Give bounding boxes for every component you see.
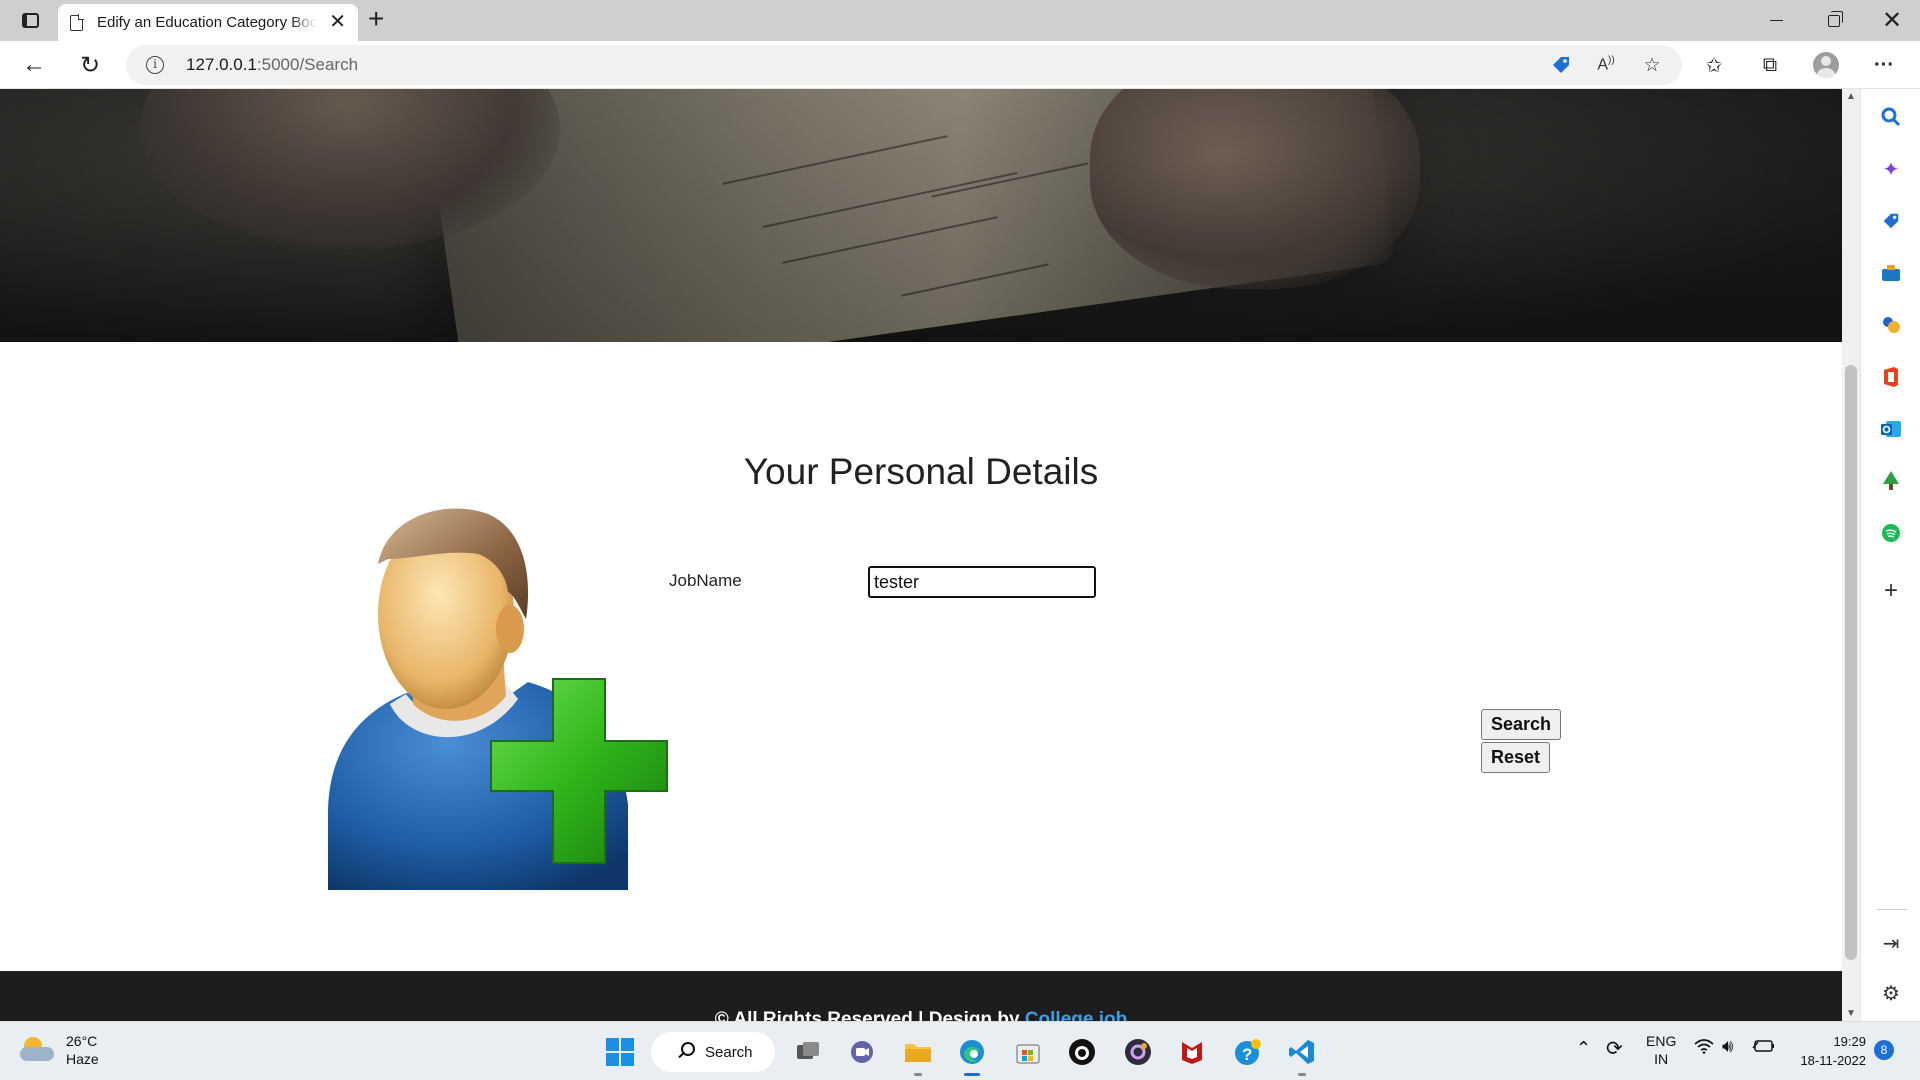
add-user-icon [328,508,668,890]
file-explorer-icon[interactable] [898,1032,938,1076]
sidebar-spotify-icon[interactable] [1871,513,1911,553]
page-icon [70,13,84,31]
jobname-label: JobName [669,571,742,590]
start-button[interactable] [600,1032,640,1072]
footer-link[interactable]: College job [1025,1009,1127,1021]
language-indicator[interactable]: ENG IN [1646,1032,1676,1068]
sidebar-hide-icon[interactable]: ⇥ [1871,923,1911,963]
volume-icon[interactable]: 🔊︎ [1722,1036,1733,1057]
profile-avatar[interactable] [1808,47,1844,83]
sync-icon[interactable]: ⟳ [1606,1036,1623,1061]
site-info-icon[interactable]: i [146,56,164,74]
browser-tab[interactable]: Edify an Education Category Boo ✕ [58,4,358,41]
chat-icon[interactable] [842,1032,882,1072]
tab-title: Edify an Education Category Boo [97,14,317,31]
battery-icon[interactable] [1752,1038,1776,1057]
vscode-icon[interactable] [1282,1032,1322,1076]
task-view-icon[interactable] [788,1032,828,1072]
reset-button[interactable]: Reset [1481,742,1551,773]
sidebar-add-icon[interactable]: + [1871,571,1911,611]
hero-banner-image [0,89,1842,342]
tab-actions-icon[interactable] [14,8,46,32]
sidebar-tree-icon[interactable] [1871,461,1911,501]
weather-widget[interactable]: 26°C Haze [20,1032,99,1068]
url-text[interactable]: 127.0.0.1:5000/Search [186,55,358,75]
new-tab-button[interactable]: + [368,4,384,34]
scroll-up-icon[interactable]: ▲ [1846,91,1856,102]
restore-button[interactable] [1806,0,1862,41]
edge-browser-icon[interactable] [952,1032,992,1076]
system-clock[interactable]: 19:29 18-11-2022 [1790,1032,1866,1070]
page-footer: © All Rights Reserved | Design by Colleg… [0,971,1842,1021]
weather-condition: Haze [66,1051,99,1067]
sidebar-discover-icon[interactable]: ✦ [1871,149,1911,189]
coupon-tag-icon[interactable] [1545,49,1577,81]
sidebar-settings-icon[interactable]: ⚙ [1871,973,1911,1013]
tray-overflow-icon[interactable]: ⌃ [1576,1038,1591,1059]
windows-taskbar: 26°C Haze Search ? ⌃ ⟳ ENG IN 🔊︎ 19:29 1… [0,1021,1920,1080]
scrollbar-thumb[interactable] [1845,365,1857,960]
footer-copyright: © All Rights Reserved | Design by [714,1009,1025,1021]
collections-icon[interactable]: ⧉ [1752,47,1788,83]
scroll-down-icon[interactable]: ▼ [1846,1008,1856,1019]
address-bar[interactable]: i 127.0.0.1:5000/Search [126,45,1682,85]
github-icon[interactable] [1062,1032,1102,1072]
notification-badge[interactable]: 8 [1874,1040,1894,1060]
sidebar-shopping-icon[interactable] [1871,201,1911,241]
read-aloud-icon[interactable]: A)) [1590,49,1622,81]
taskbar-search[interactable]: Search [651,1032,775,1072]
browser-title-bar: Edify an Education Category Boo ✕ + ✕ [0,0,1920,41]
page-scrollbar[interactable]: ▲ ▼ [1842,89,1860,1021]
wifi-icon[interactable] [1694,1038,1714,1059]
store-icon[interactable] [1008,1032,1048,1072]
reload-button[interactable]: ↻ [72,47,108,83]
app-gear-icon[interactable] [1118,1032,1158,1072]
help-icon[interactable]: ? [1228,1032,1268,1072]
favorites-icon[interactable]: ✩ [1696,47,1732,83]
browser-toolbar: ← ↻ i 127.0.0.1:5000/Search A)) ☆ ✩ ⧉ ··… [0,41,1920,89]
weather-temperature: 26°C [66,1033,98,1049]
sidebar-games-icon[interactable] [1871,305,1911,345]
mcafee-icon[interactable] [1172,1032,1212,1072]
tab-close-icon[interactable]: ✕ [329,12,346,32]
svg-text:?: ? [1242,1045,1252,1064]
minimize-button[interactable] [1748,0,1804,41]
sidebar-tools-icon[interactable] [1871,253,1911,293]
edge-sidebar: ✦ + ⇥ ⚙ [1860,89,1920,1021]
add-favorite-icon[interactable]: ☆ [1636,49,1668,81]
page-viewport: Your Personal Details JobName tester Sea… [0,89,1842,1021]
sidebar-office-icon[interactable] [1871,357,1911,397]
sidebar-divider [1877,909,1907,910]
search-button[interactable]: Search [1481,709,1562,740]
sidebar-search-icon[interactable] [1871,97,1911,137]
back-button[interactable]: ← [16,47,52,83]
search-icon [681,1042,695,1056]
weather-haze-icon [20,1037,54,1063]
jobname-input[interactable] [868,566,1096,598]
settings-more-icon[interactable]: ··· [1866,47,1902,83]
close-window-button[interactable]: ✕ [1864,0,1920,41]
sidebar-outlook-icon[interactable] [1871,409,1911,449]
page-title: Your Personal Details [743,451,1099,492]
